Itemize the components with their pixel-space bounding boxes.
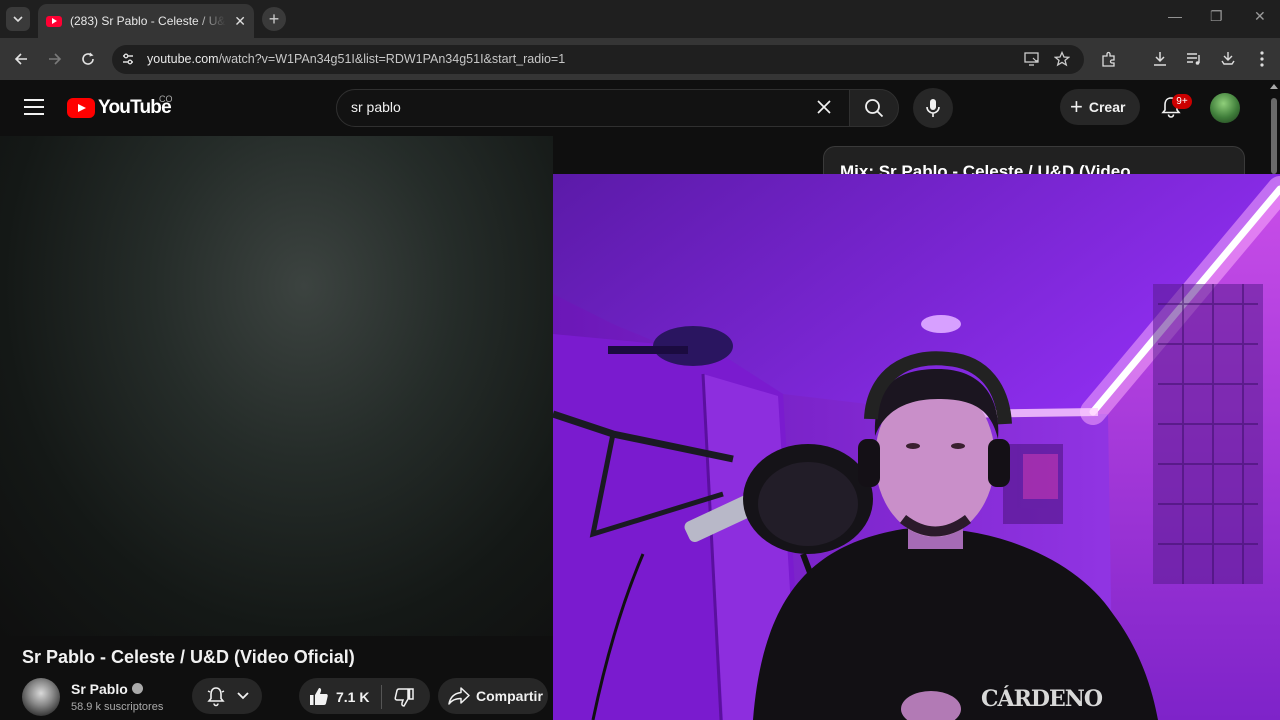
close-window-button[interactable]: ✕: [1254, 8, 1266, 25]
webcam-scene: [553, 174, 1280, 720]
like-button[interactable]: [309, 686, 329, 711]
subscriber-count: 58.9 k suscriptores: [71, 701, 164, 713]
url-host: youtube.com: [147, 52, 219, 66]
verified-badge-icon: [132, 683, 143, 694]
search-input[interactable]: [336, 89, 850, 127]
scrollbar-thumb[interactable]: [1271, 98, 1277, 174]
tab-search-button[interactable]: [6, 7, 30, 31]
webcam-overlay: CÁRDENO: [553, 174, 1280, 720]
shirt-print-text: CÁRDENO: [981, 686, 1103, 712]
youtube-favicon-icon: [46, 15, 62, 27]
media-queue-icon[interactable]: [1184, 49, 1204, 69]
chevron-down-icon: [13, 16, 23, 22]
youtube-logo[interactable]: YouTube CO: [67, 94, 173, 119]
subscribed-notifications-button[interactable]: [192, 678, 262, 714]
bookmark-star-icon[interactable]: [1052, 49, 1072, 69]
browser-menu-icon[interactable]: [1252, 49, 1272, 69]
clear-search-icon[interactable]: [816, 99, 832, 115]
dislike-button[interactable]: [394, 688, 414, 713]
notification-count-badge: 9+: [1172, 94, 1192, 109]
hamburger-menu-icon[interactable]: [24, 99, 44, 117]
restore-window-button[interactable]: ❐: [1210, 8, 1223, 25]
share-arrow-icon: [448, 687, 470, 705]
create-button[interactable]: + Crear: [1060, 89, 1140, 125]
notification-bell-icon: [207, 687, 225, 707]
voice-search-button[interactable]: [913, 88, 953, 128]
forward-arrow-icon[interactable]: [45, 49, 65, 69]
search-icon: [865, 99, 884, 118]
video-title: Sr Pablo - Celeste / U&D (Video Oficial): [22, 647, 355, 667]
like-divider: [381, 685, 382, 709]
channel-name[interactable]: Sr Pablo: [71, 681, 128, 697]
thumbs-down-icon: [394, 688, 414, 707]
youtube-play-logo-icon: [67, 98, 95, 118]
url-text: youtube.com/watch?v=W1PAn34g51I&list=RDW…: [147, 52, 565, 66]
minimize-window-button[interactable]: —: [1168, 8, 1182, 24]
downloads-icon[interactable]: [1150, 49, 1170, 69]
share-label: Compartir: [476, 688, 543, 704]
extensions-puzzle-icon[interactable]: [1099, 49, 1119, 69]
account-avatar[interactable]: [1210, 93, 1240, 123]
tab-title: (283) Sr Pablo - Celeste / U&D (Video Of…: [70, 14, 226, 28]
thumbs-up-icon: [310, 688, 328, 705]
new-tab-button[interactable]: +: [262, 7, 286, 31]
share-button[interactable]: Compartir: [438, 678, 548, 714]
browser-tab-active[interactable]: (283) Sr Pablo - Celeste / U&D (Video Of…: [38, 4, 254, 38]
create-label: Crear: [1088, 99, 1126, 115]
back-arrow-icon[interactable]: [11, 49, 31, 69]
like-count: 7.1 K: [336, 689, 370, 705]
search-query-text: sr pablo: [351, 99, 401, 115]
install-app-icon[interactable]: [1022, 49, 1042, 69]
site-info-icon[interactable]: [118, 49, 138, 69]
scroll-up-arrow-icon[interactable]: [1270, 84, 1278, 89]
plus-icon: +: [1070, 94, 1083, 119]
video-player[interactable]: [0, 136, 553, 636]
reload-icon[interactable]: [78, 49, 98, 69]
ytdl-extension-icon[interactable]: [1218, 49, 1238, 69]
chevron-down-icon: [237, 692, 249, 700]
url-path: /watch?v=W1PAn34g51I&list=RDW1PAn34g51I&…: [218, 52, 566, 66]
country-code: CO: [159, 94, 173, 104]
channel-avatar[interactable]: [22, 678, 60, 716]
close-tab-icon[interactable]: ✕: [234, 13, 246, 30]
search-button[interactable]: [849, 89, 899, 127]
microphone-icon: [926, 99, 940, 117]
